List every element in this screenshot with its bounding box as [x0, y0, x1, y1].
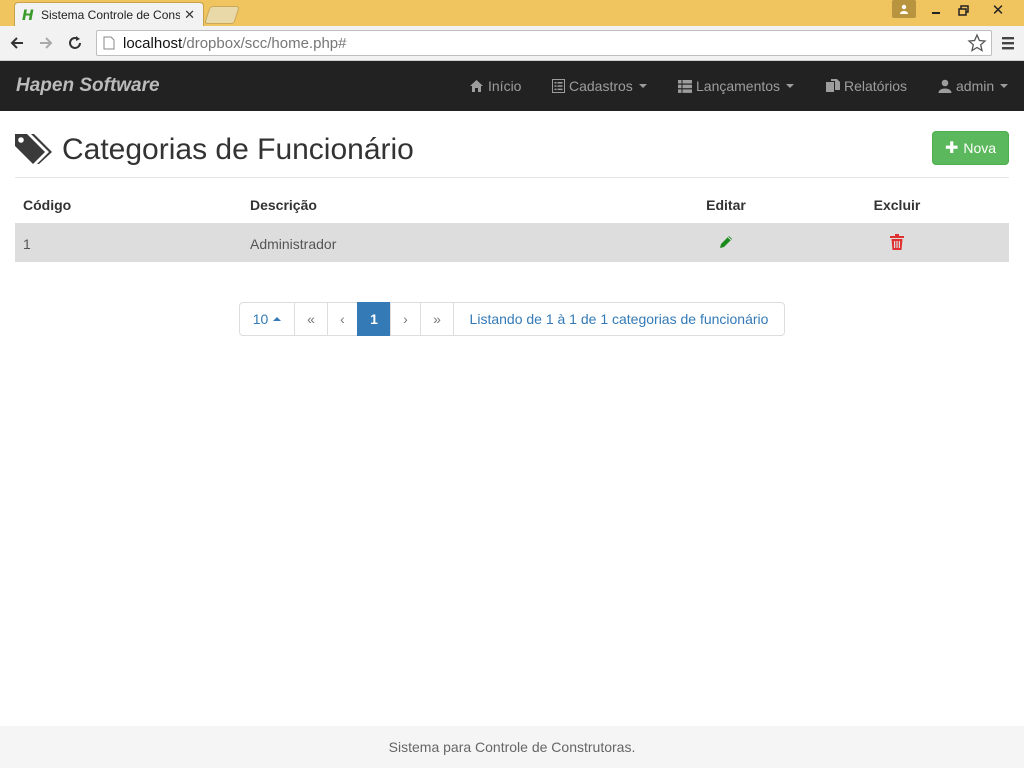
- app-navbar: Hapen Software Início Cadastros Lançamen…: [0, 61, 1024, 111]
- svg-text:H: H: [22, 8, 34, 23]
- pencil-icon[interactable]: [718, 234, 734, 250]
- profile-icon[interactable]: [892, 0, 916, 18]
- pagination-summary: Listando de 1 à 1 de 1 categorias de fun…: [453, 302, 785, 336]
- header-editar: Editar: [667, 186, 785, 225]
- back-icon[interactable]: [6, 32, 28, 54]
- browser-menu-icon[interactable]: [1000, 35, 1016, 51]
- trash-icon[interactable]: [890, 234, 904, 250]
- nav-item-admin[interactable]: admin: [938, 78, 1009, 94]
- nav-item-inicio[interactable]: Início: [469, 78, 521, 94]
- last-page-button[interactable]: »: [420, 302, 454, 336]
- browser-titlebar: H Sistema Controle de Cons ✕ ✕: [0, 0, 1024, 26]
- prev-page-button[interactable]: ‹: [327, 302, 358, 336]
- nav-item-cadastros[interactable]: Cadastros: [552, 78, 647, 94]
- tab-title: Sistema Controle de Cons: [41, 7, 181, 22]
- page-title: Categorias de Funcionário: [62, 133, 414, 166]
- user-icon: [938, 79, 952, 93]
- list-alt-icon: [552, 79, 565, 93]
- chevron-down-icon: [638, 84, 647, 88]
- cell-description: Administrador: [242, 224, 667, 262]
- nav-label: Cadastros: [569, 78, 633, 94]
- tags-icon: [15, 134, 52, 164]
- forward-icon[interactable]: [35, 32, 57, 54]
- restore-icon[interactable]: [952, 0, 974, 20]
- bookmark-star-icon[interactable]: [967, 33, 987, 53]
- url-path: /dropbox/scc/home.php#: [182, 34, 347, 52]
- brand-logo[interactable]: Hapen Software: [16, 75, 160, 97]
- address-bar[interactable]: localhost/dropbox/scc/home.php#: [96, 30, 992, 56]
- header-excluir: Excluir: [785, 186, 1009, 225]
- edit-cell: [667, 224, 785, 262]
- chevron-up-icon: [273, 317, 282, 321]
- new-category-button[interactable]: ✚ Nova: [932, 131, 1009, 165]
- page-size-value: 10: [252, 311, 269, 327]
- next-page-button[interactable]: ›: [390, 302, 421, 336]
- th-list-icon: [678, 79, 692, 93]
- nav-item-lancamentos[interactable]: Lançamentos: [678, 78, 795, 94]
- minimize-icon[interactable]: [925, 0, 947, 20]
- delete-cell: [785, 224, 1009, 262]
- nav-label: Lançamentos: [696, 78, 781, 94]
- home-icon: [470, 80, 483, 92]
- nav-label: Início: [488, 78, 522, 94]
- categories-table: Código Descrição Editar Excluir 1 Admini…: [15, 186, 1009, 262]
- table-header-row: Código Descrição Editar Excluir: [15, 186, 1009, 225]
- duplicate-icon: [826, 79, 840, 92]
- page-footer: Sistema para Controle de Construtoras.: [0, 726, 1024, 768]
- page-header: Categorias de Funcionário ✚ Nova: [15, 128, 1009, 178]
- footer-text: Sistema para Controle de Construtoras.: [388, 739, 636, 755]
- header-codigo: Código: [15, 186, 242, 225]
- chevron-down-icon: [1000, 84, 1009, 88]
- tab-close-icon[interactable]: ✕: [184, 8, 195, 21]
- table-row: 1 Administrador: [15, 224, 1009, 262]
- pagination: 10 « ‹ 1 › » Listando de 1 à 1 de 1 cate…: [239, 302, 785, 336]
- window-close-icon[interactable]: ✕: [980, 0, 1016, 20]
- site-favicon-icon: H: [22, 8, 34, 23]
- new-tab-button[interactable]: [204, 6, 240, 24]
- url-host: localhost: [123, 34, 183, 52]
- header-descricao: Descrição: [242, 186, 667, 225]
- cell-code: 1: [15, 224, 242, 262]
- current-page-button[interactable]: 1: [357, 302, 391, 336]
- first-page-button[interactable]: «: [294, 302, 328, 336]
- chevron-down-icon: [786, 84, 795, 88]
- new-button-label: Nova: [963, 140, 997, 156]
- nav-item-relatorios[interactable]: Relatórios: [826, 78, 907, 94]
- nav-label: admin: [956, 78, 995, 94]
- reload-icon[interactable]: [64, 32, 86, 54]
- browser-tab[interactable]: H Sistema Controle de Cons ✕: [14, 2, 204, 26]
- plus-icon: ✚: [944, 140, 959, 157]
- nav-label: Relatórios: [844, 78, 908, 94]
- page-size-dropup[interactable]: 10: [239, 302, 295, 336]
- page-icon: [103, 36, 115, 50]
